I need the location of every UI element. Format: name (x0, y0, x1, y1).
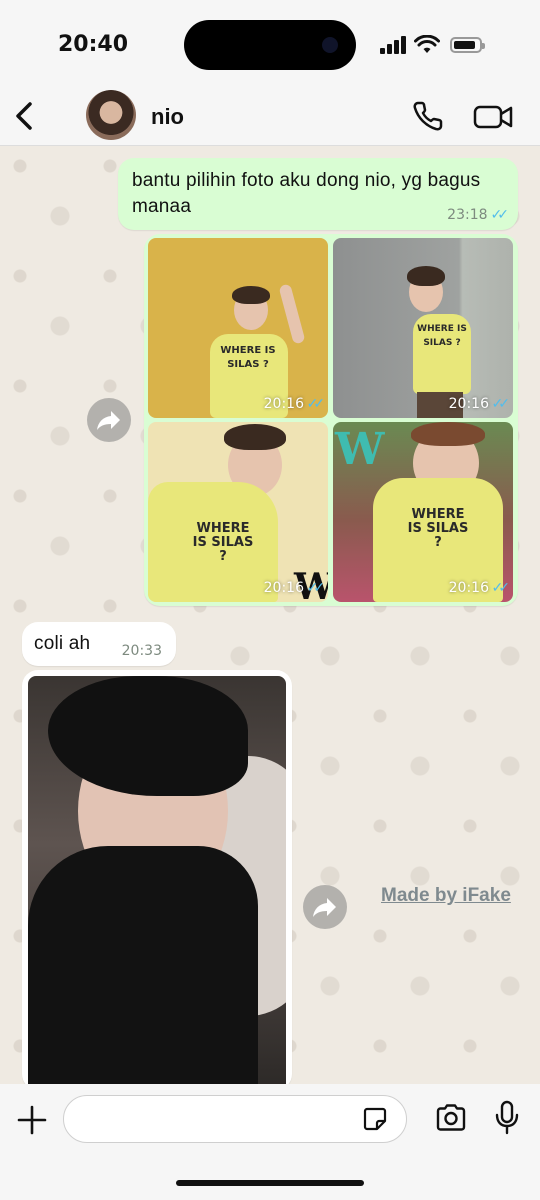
shirt-text: WHERE IS SILAS ? (192, 521, 254, 564)
status-icons (380, 35, 500, 56)
photo[interactable] (28, 676, 286, 1084)
forward-button[interactable] (303, 885, 347, 929)
chat-header: nio (0, 88, 540, 146)
front-camera (322, 37, 338, 53)
status-bar: 20:40 (0, 0, 540, 88)
wifi-icon (414, 35, 440, 53)
plus-icon[interactable] (16, 1104, 48, 1136)
photo-time: 20:16 (263, 396, 304, 412)
photo-grid-message[interactable]: WHERE IS SILAS ? 20:16 ✓✓ WHERE IS SILAS… (144, 234, 518, 606)
message-meta: 23:18 ✓✓ (447, 207, 510, 223)
message-time: 23:18 (447, 207, 488, 223)
photo-thumbnail[interactable]: WHERE IS SILAS ? W 20:16 ✓✓ (148, 422, 328, 602)
message-input[interactable] (63, 1095, 407, 1143)
photo-thumbnail[interactable]: W WHERE IS SILAS ? 20:16 ✓✓ (333, 422, 513, 602)
read-ticks-icon: ✓✓ (490, 207, 510, 223)
chat-area[interactable]: bantu pilihin foto aku dong nio, yg bagu… (0, 146, 540, 1084)
shirt-text: WHERE IS SILAS ? (417, 324, 467, 348)
watermark: Made by iFake (381, 885, 511, 906)
incoming-photo-message[interactable] (22, 670, 292, 1084)
status-time: 20:40 (58, 32, 129, 57)
shirt-text: WHERE IS SILAS ? (220, 345, 276, 370)
outgoing-message[interactable]: bantu pilihin foto aku dong nio, yg bagu… (118, 158, 518, 230)
forward-arrow-icon (313, 898, 336, 917)
microphone-icon[interactable] (494, 1100, 520, 1136)
cellular-signal-icon (380, 36, 408, 54)
read-ticks-icon: ✓✓ (306, 395, 326, 411)
magazine-letter: W (335, 424, 385, 475)
phone-icon[interactable] (410, 98, 446, 134)
message-text: coli ah (34, 633, 91, 654)
camera-icon[interactable] (434, 1102, 468, 1134)
sticker-icon[interactable] (362, 1106, 388, 1132)
video-camera-icon[interactable] (472, 100, 514, 134)
forward-arrow-icon (97, 411, 120, 430)
battery-icon (450, 37, 485, 53)
avatar[interactable] (86, 90, 136, 140)
read-ticks-icon: ✓✓ (491, 395, 511, 411)
forward-button[interactable] (87, 398, 131, 442)
read-ticks-icon: ✓✓ (306, 579, 326, 595)
read-ticks-icon: ✓✓ (491, 579, 511, 595)
chevron-left-icon[interactable] (10, 98, 40, 134)
photo-time: 20:16 (448, 396, 489, 412)
contact-name[interactable]: nio (151, 104, 184, 130)
composer-bar (0, 1084, 540, 1200)
message-time: 20:33 (121, 643, 162, 659)
photo-thumbnail[interactable]: WHERE IS SILAS ? 20:16 ✓✓ (148, 238, 328, 418)
home-indicator (176, 1180, 364, 1186)
photo-thumbnail[interactable]: WHERE IS SILAS ? 20:16 ✓✓ (333, 238, 513, 418)
incoming-message[interactable]: coli ah 20:33 (22, 622, 176, 666)
shirt-text: WHERE IS SILAS ? (407, 507, 469, 550)
dynamic-island (184, 20, 356, 70)
photo-time: 20:16 (448, 580, 489, 596)
photo-time: 20:16 (263, 580, 304, 596)
